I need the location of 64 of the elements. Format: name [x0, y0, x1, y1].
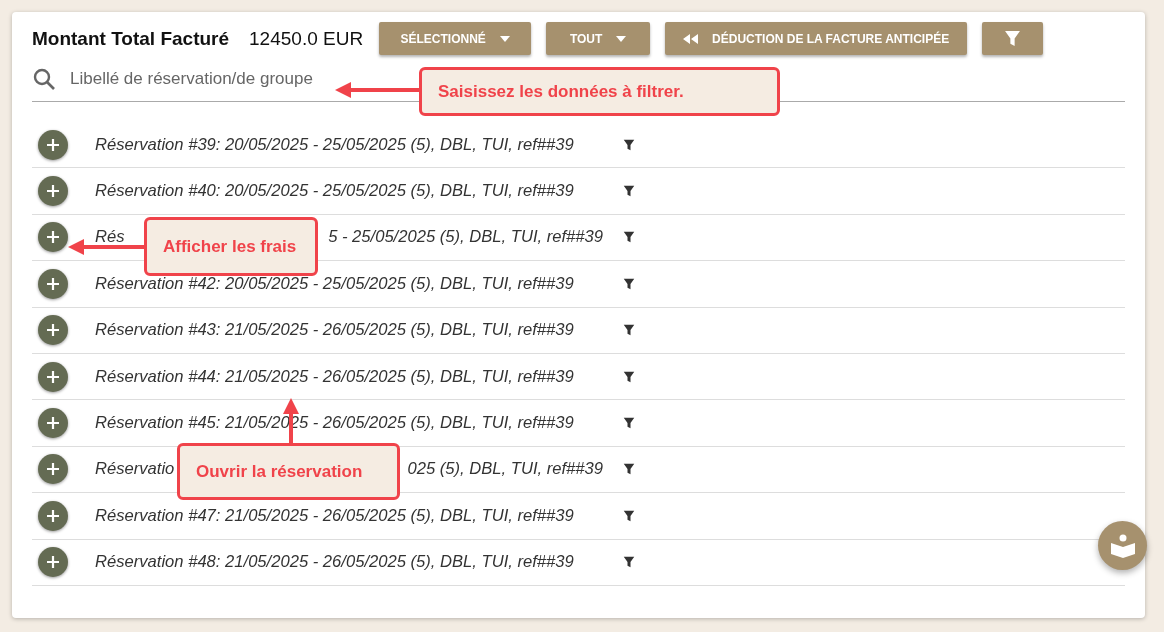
filter-icon	[623, 277, 635, 290]
expand-button[interactable]	[38, 129, 68, 160]
plus-icon	[46, 276, 60, 291]
expand-button[interactable]	[38, 408, 68, 439]
plus-icon	[46, 323, 60, 338]
reservation-link[interactable]: 025 (5), DBL, TUI, ref##39	[407, 459, 603, 480]
filter-toggle[interactable]	[623, 463, 635, 476]
filter-icon	[623, 324, 635, 337]
expand-button[interactable]	[38, 500, 68, 531]
filter-toggle[interactable]	[623, 138, 635, 151]
filter-icon	[623, 509, 635, 522]
total-label: Montant Total Facturé	[32, 27, 230, 50]
search-field[interactable]: Libellé de réservation/de groupe	[68, 68, 372, 90]
rewind-icon	[683, 33, 699, 44]
reservation-link[interactable]: Réservation #47: 21/05/2025 - 26/05/2025 (5), DBL, TUI, ref##39	[95, 505, 574, 526]
filter-icon	[623, 556, 635, 569]
reader-icon	[1109, 533, 1136, 558]
filter-toggle[interactable]	[623, 277, 635, 290]
filter-toggle[interactable]	[623, 231, 635, 244]
plus-icon	[46, 508, 60, 523]
plus-icon	[46, 184, 60, 199]
filter-toggle[interactable]	[623, 509, 635, 522]
filter-toggle[interactable]	[623, 556, 635, 569]
reservation-link[interactable]: Réservation #39: 20/05/2025 - 25/05/2025 (5), DBL, TUI, ref##39	[95, 134, 574, 155]
filter-icon	[623, 370, 635, 383]
search-icon	[32, 67, 56, 91]
filter-toggle[interactable]	[623, 370, 635, 383]
expand-button[interactable]	[38, 361, 68, 392]
expand-button[interactable]	[38, 222, 68, 253]
filter-icon	[623, 138, 635, 151]
filter-icon	[623, 231, 635, 244]
filter-icon	[1004, 30, 1022, 47]
reservation-link[interactable]: Réservation #42: 20/05/2025 - 25/05/2025 (5), DBL, TUI, ref##39	[95, 273, 574, 294]
filter-button[interactable]	[982, 22, 1044, 55]
plus-icon	[46, 137, 60, 152]
plus-icon	[46, 462, 60, 477]
plus-icon	[46, 416, 60, 431]
reservation-link[interactable]: Réservation #44: 21/05/2025 - 26/05/2025 (5), DBL, TUI, ref##39	[95, 366, 574, 387]
expand-button[interactable]	[38, 268, 68, 299]
reservation-link[interactable]: Réservatio	[95, 459, 175, 480]
reservation-link[interactable]: 5 - 25/05/2025 (5), DBL, TUI, ref##39	[328, 227, 603, 248]
expand-button[interactable]	[38, 454, 68, 485]
filter-icon	[623, 417, 635, 430]
caret-icon	[616, 35, 627, 42]
filter-toggle[interactable]	[623, 417, 635, 430]
plus-icon	[46, 369, 60, 384]
expand-button[interactable]	[38, 315, 68, 346]
callout-note: Saisissez les données à filtrer.	[419, 67, 780, 116]
reservation-link[interactable]: Rés	[95, 227, 125, 248]
filter-toggle[interactable]	[623, 324, 635, 337]
callout-note: Ouvrir la réservation	[177, 443, 400, 500]
callout-note: Afficher les frais	[144, 217, 318, 276]
filter-icon	[623, 463, 635, 476]
expand-button[interactable]	[38, 176, 68, 207]
filter-toggle[interactable]	[623, 185, 635, 198]
reservation-link[interactable]: Réservation #40: 20/05/2025 - 25/05/2025 (5), DBL, TUI, ref##39	[95, 181, 574, 202]
expand-button[interactable]	[38, 547, 68, 578]
plus-icon	[46, 230, 60, 245]
caret-icon	[499, 35, 510, 42]
reservation-link[interactable]: Réservation #48: 21/05/2025 - 26/05/2025 (5), DBL, TUI, ref##39	[95, 552, 574, 573]
plus-icon	[46, 555, 60, 570]
reservation-link[interactable]: Réservation #43: 21/05/2025 - 26/05/2025 (5), DBL, TUI, ref##39	[95, 320, 574, 341]
filter-icon	[623, 185, 635, 198]
total-amount: 12450.0 EUR	[249, 27, 364, 50]
